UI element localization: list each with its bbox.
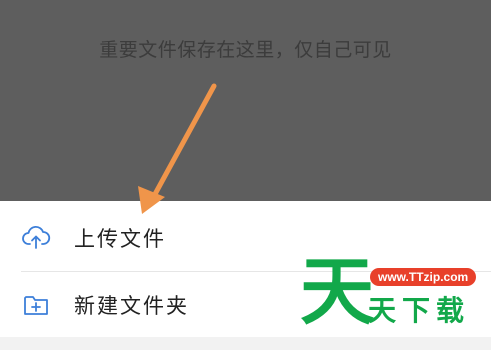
screen: 重要文件保存在这里，仅自己可见 上传文件 新建文件夹 天 www.TTzip.c…	[0, 0, 491, 350]
dimmed-overlay[interactable]: 重要文件保存在这里，仅自己可见	[0, 0, 491, 201]
new-folder-label: 新建文件夹	[74, 294, 189, 318]
bottom-strip	[0, 337, 491, 350]
watermark-url: www.TTzip.com	[370, 268, 477, 286]
cloud-upload-icon	[22, 225, 51, 249]
watermark-logo: 天	[300, 249, 374, 335]
upload-file-label: 上传文件	[74, 227, 166, 251]
empty-state-hint: 重要文件保存在这里，仅自己可见	[99, 39, 392, 61]
upload-file-item[interactable]: 上传文件	[0, 204, 491, 272]
watermark-brand: 天下载	[368, 294, 471, 327]
folder-add-icon	[24, 296, 48, 315]
